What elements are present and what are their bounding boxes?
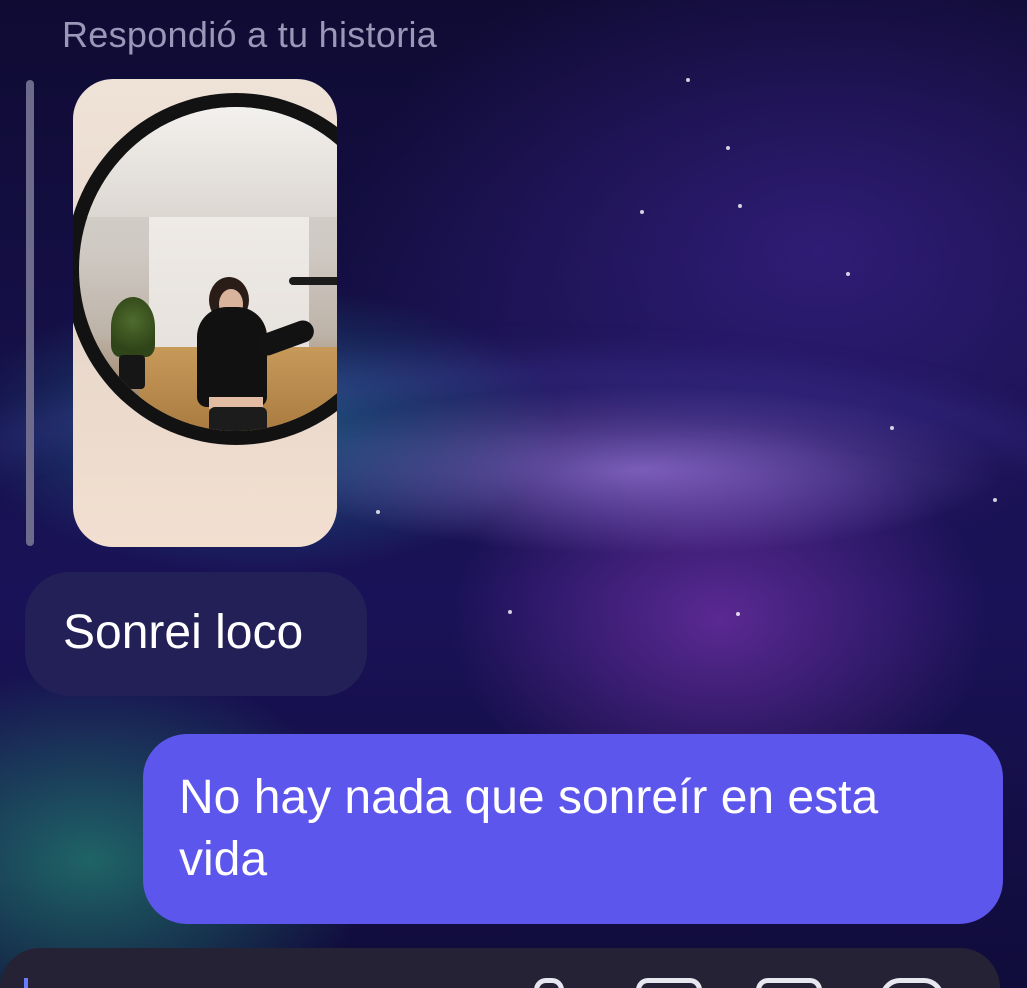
plant-icon: [111, 297, 155, 357]
reply-context-label: Respondió a tu historia: [62, 14, 438, 55]
star-decoration: [846, 272, 850, 276]
reply-quote-bar: [26, 80, 34, 546]
ceiling-lamp: [289, 277, 337, 285]
star-decoration: [736, 612, 740, 616]
star-decoration: [640, 210, 644, 214]
person-body: [197, 307, 267, 407]
text-cursor: [24, 978, 28, 988]
message-composer[interactable]: [0, 948, 1000, 988]
plant-pot: [119, 355, 145, 389]
chat-screen: Respondió a tu historia Sonrei loco No h…: [0, 0, 1027, 988]
mirror-reflection: [79, 107, 337, 431]
story-thumbnail[interactable]: [73, 79, 337, 547]
sticker-icon[interactable]: [756, 978, 822, 988]
star-decoration: [508, 610, 512, 614]
star-decoration: [738, 204, 742, 208]
outgoing-message-bubble[interactable]: No hay nada que sonreír en esta vida: [143, 734, 1003, 924]
mirror-frame: [73, 93, 337, 445]
incoming-message-bubble[interactable]: Sonrei loco: [25, 572, 367, 696]
star-decoration: [890, 426, 894, 430]
room-ceiling: [79, 107, 337, 217]
star-decoration: [993, 498, 997, 502]
person-legs: [209, 407, 267, 431]
star-decoration: [376, 510, 380, 514]
star-decoration: [726, 146, 730, 150]
image-icon[interactable]: [636, 978, 702, 988]
star-decoration: [686, 78, 690, 82]
